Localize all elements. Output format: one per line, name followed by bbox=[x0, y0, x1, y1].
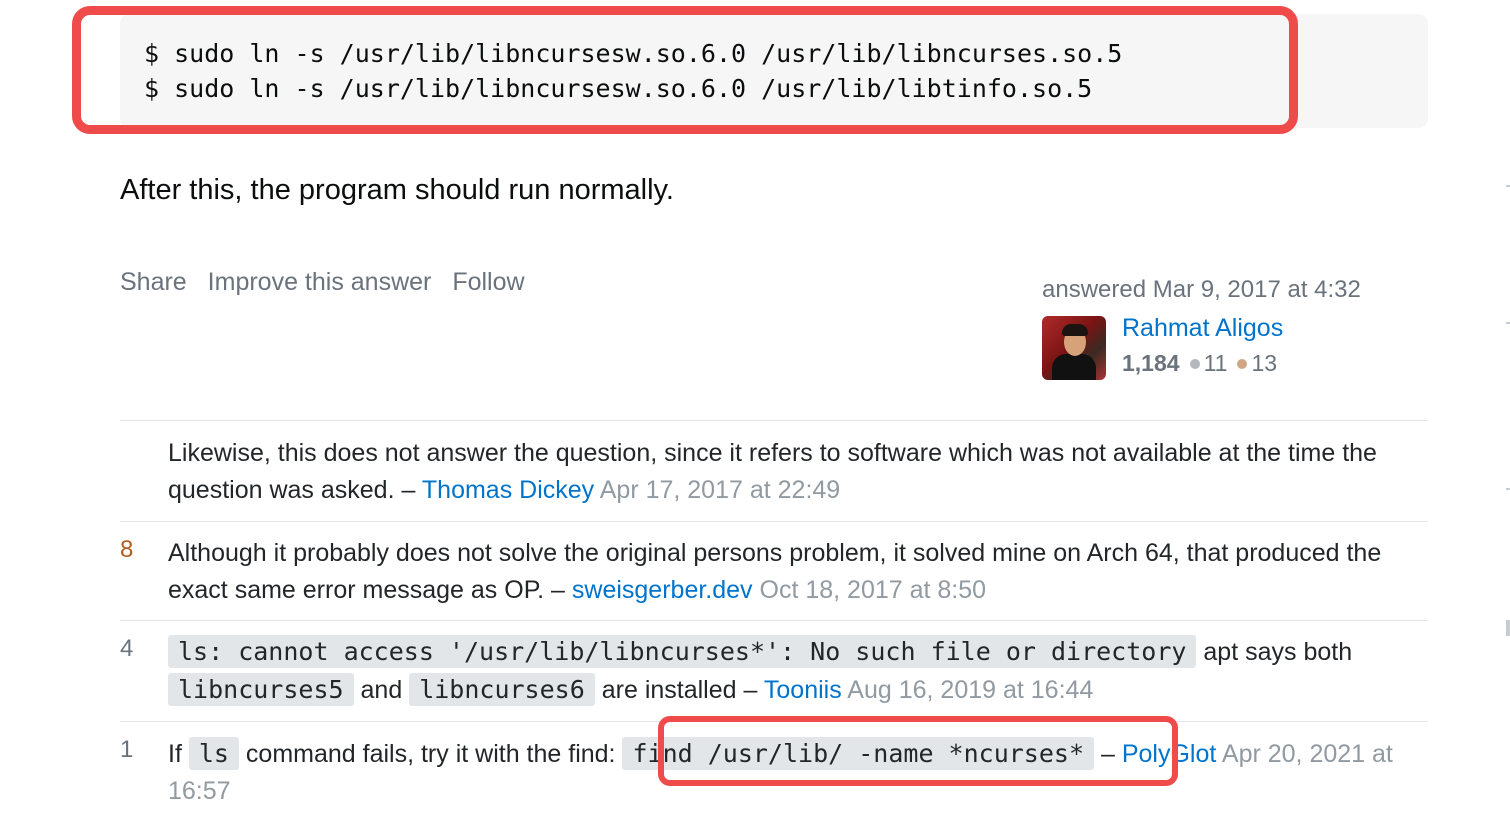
comment-author[interactable]: PolyGlot bbox=[1122, 740, 1216, 768]
user-stats: 1,184 11 13 bbox=[1122, 350, 1277, 377]
comment-author[interactable]: Tooniis bbox=[764, 676, 842, 704]
comment-text: and bbox=[360, 676, 403, 704]
user-info: Rahmat Aligos 1,184 11 13 bbox=[1042, 314, 1422, 384]
avatar[interactable] bbox=[1042, 316, 1106, 380]
comment-body: If ls command fails, try it with the fin… bbox=[168, 722, 1428, 810]
comment-text: If bbox=[168, 740, 182, 768]
answer-paragraph: After this, the program should run norma… bbox=[120, 174, 674, 206]
comment-text: apt says both bbox=[1203, 638, 1353, 666]
comment-code: ls bbox=[188, 737, 239, 770]
reputation: 1,184 bbox=[1122, 350, 1180, 376]
comment: 1 If ls command fails, try it with the f… bbox=[120, 721, 1428, 822]
comment-date[interactable]: Apr 17, 2017 at 22:49 bbox=[600, 476, 840, 504]
comments-list: Likewise, this does not answer the quest… bbox=[120, 420, 1428, 822]
comment: Likewise, this does not answer the quest… bbox=[120, 420, 1428, 521]
code-lines: $ sudo ln -s /usr/lib/libncursesw.so.6.0… bbox=[144, 36, 1122, 106]
comment-text: are installed – bbox=[601, 676, 758, 704]
comment-code: libncurses5 bbox=[168, 673, 354, 706]
comment: 8 Although it probably does not solve th… bbox=[120, 521, 1428, 620]
comment-body: Although it probably does not solve the … bbox=[168, 522, 1428, 609]
comment-date[interactable]: Oct 18, 2017 at 8:50 bbox=[760, 576, 987, 604]
comment-code: find /usr/lib/ -name *ncurses* bbox=[622, 737, 1095, 770]
post-menu: Share Improve this answer Follow bbox=[120, 268, 539, 297]
comment-code: libncurses6 bbox=[409, 673, 595, 706]
comment-score: 1 bbox=[120, 736, 134, 763]
follow-link[interactable]: Follow bbox=[452, 268, 524, 296]
comment-text: – bbox=[1100, 740, 1115, 768]
bronze-badge-count: 13 bbox=[1251, 350, 1278, 376]
comment-code: ls: cannot access '/usr/lib/libncurses*'… bbox=[168, 635, 1197, 668]
code-line-1: $ sudo ln -s /usr/lib/libncursesw.so.6.0… bbox=[144, 39, 1123, 68]
comment-score: 8 bbox=[120, 536, 134, 563]
share-link[interactable]: Share bbox=[120, 268, 187, 296]
comment-body: Likewise, this does not answer the quest… bbox=[168, 421, 1428, 509]
comment-score: 4 bbox=[120, 635, 134, 662]
user-signature: answered Mar 9, 2017 at 4:32 Rahmat Alig… bbox=[1042, 276, 1422, 384]
silver-badge-icon bbox=[1189, 358, 1200, 369]
comment: 4 ls: cannot access '/usr/lib/libncurses… bbox=[120, 620, 1428, 721]
improve-answer-link[interactable]: Improve this answer bbox=[208, 268, 432, 296]
comment-text: command fails, try it with the find: bbox=[245, 740, 616, 768]
comment-author[interactable]: Thomas Dickey bbox=[422, 476, 594, 504]
silver-badge-count: 11 bbox=[1203, 350, 1228, 376]
user-name-link[interactable]: Rahmat Aligos bbox=[1122, 314, 1283, 343]
code-line-2: $ sudo ln -s /usr/lib/libncursesw.so.6.0… bbox=[144, 74, 1093, 103]
scrollbar-track[interactable] bbox=[1502, 0, 1510, 808]
answered-time[interactable]: answered Mar 9, 2017 at 4:32 bbox=[1042, 276, 1422, 304]
comment-body: ls: cannot access '/usr/lib/libncurses*'… bbox=[168, 621, 1428, 709]
comment-date[interactable]: Aug 16, 2019 at 16:44 bbox=[847, 676, 1093, 704]
bronze-badge-icon bbox=[1237, 358, 1248, 369]
comment-author[interactable]: sweisgerber.dev bbox=[572, 576, 753, 604]
